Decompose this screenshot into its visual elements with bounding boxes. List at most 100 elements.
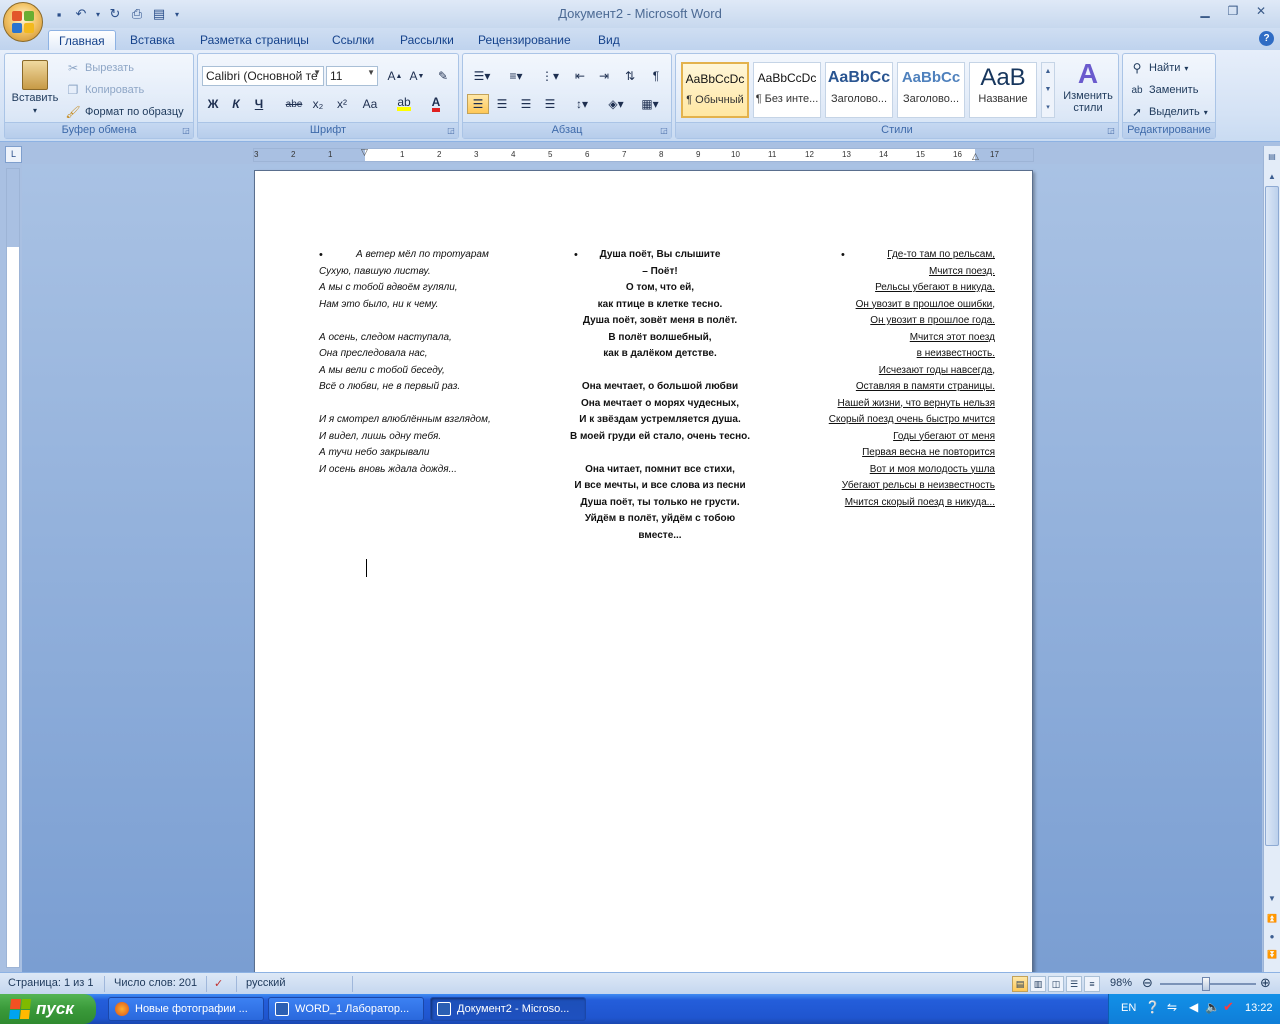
cut-button[interactable]: ✂ Вырезать xyxy=(65,60,134,76)
tab-review[interactable]: Рецензирование xyxy=(468,30,581,50)
style-heading-1[interactable]: AaBbCc Заголово... xyxy=(825,62,893,118)
style-title[interactable]: AaB Название xyxy=(969,62,1037,118)
poem-column-1[interactable]: • А ветер мёл по тротуарам Сухую, павшую… xyxy=(319,247,519,478)
tab-page-layout[interactable]: Разметка страницы xyxy=(190,30,319,50)
tab-home[interactable]: Главная xyxy=(48,30,116,50)
grow-font-icon[interactable]: A ▲ xyxy=(384,66,406,86)
zoom-level[interactable]: 98% xyxy=(1110,977,1132,989)
tab-references[interactable]: Ссылки xyxy=(322,30,384,50)
document-page[interactable]: • А ветер мёл по тротуарам Сухую, павшую… xyxy=(254,170,1033,972)
justify-icon[interactable]: ☰ xyxy=(539,94,561,114)
word-count[interactable]: Число слов: 201 xyxy=(114,977,197,989)
select-button[interactable]: ➚ Выделить ▾ xyxy=(1129,104,1208,120)
page-count[interactable]: Страница: 1 из 1 xyxy=(8,977,94,989)
draft-icon[interactable]: ≡ xyxy=(1084,976,1100,992)
tab-mailings[interactable]: Рассылки xyxy=(390,30,464,50)
indent-marker-icon[interactable]: ▽ xyxy=(361,147,368,158)
multilevel-list-icon[interactable]: ⋮▾ xyxy=(535,66,565,86)
close-icon[interactable]: ✕ xyxy=(1248,2,1274,20)
change-styles-button[interactable]: A Изменить стили xyxy=(1060,58,1116,114)
align-left-icon[interactable]: ☰ xyxy=(467,94,489,114)
subscript-button[interactable]: x₂ xyxy=(307,94,329,114)
zoom-out-icon[interactable]: ⊖ xyxy=(1142,975,1153,991)
office-button[interactable] xyxy=(3,2,43,42)
full-screen-reading-icon[interactable]: ▥ xyxy=(1030,976,1046,992)
decrease-indent-icon[interactable]: ⇤ xyxy=(569,66,591,86)
tab-selector-icon[interactable]: L xyxy=(5,146,22,163)
spellcheck-icon[interactable]: ✓ xyxy=(214,977,223,990)
taskbar-item-firefox[interactable]: Новые фотографии ... xyxy=(108,997,264,1021)
ruler-toggle-icon[interactable]: ▤ xyxy=(1265,150,1279,164)
outline-icon[interactable]: ☰ xyxy=(1066,976,1082,992)
font-color-icon[interactable]: A xyxy=(422,94,450,114)
speaker-icon[interactable]: 🔈 xyxy=(1205,1000,1220,1014)
browse-object-icon[interactable]: ● xyxy=(1265,930,1279,944)
web-layout-icon[interactable]: ◫ xyxy=(1048,976,1064,992)
replace-button[interactable]: ab Заменить xyxy=(1129,82,1198,98)
zoom-in-icon[interactable]: ⊕ xyxy=(1260,975,1271,991)
vertical-ruler[interactable] xyxy=(6,168,20,968)
tab-view[interactable]: Вид xyxy=(588,30,630,50)
vertical-scrollbar[interactable]: ▤ ▲ ▼ ⏫ ● ⏬ xyxy=(1263,146,1280,972)
shading-icon[interactable]: ◈▾ xyxy=(601,94,631,114)
style-no-spacing[interactable]: AaBbCcDc ¶ Без инте... xyxy=(753,62,821,118)
paste-button[interactable]: Вставить ▾ xyxy=(9,60,61,115)
previous-page-icon[interactable]: ⏫ xyxy=(1265,912,1279,926)
change-case-button[interactable]: Aa xyxy=(356,94,384,114)
styles-scroll[interactable]: ▲ ▼ ▾ xyxy=(1041,62,1055,118)
bullets-icon[interactable]: ☰▾ xyxy=(467,66,497,86)
font-size-combo[interactable]: 11 ▼ xyxy=(326,66,378,86)
bold-button[interactable]: Ж xyxy=(202,94,224,114)
zoom-slider-knob[interactable] xyxy=(1202,977,1210,991)
dialog-launcher-icon[interactable]: ◲ xyxy=(1106,126,1116,136)
start-button[interactable]: пуск xyxy=(0,994,96,1024)
network-icon[interactable]: ⇋ xyxy=(1167,1000,1177,1014)
scroll-down-icon[interactable]: ▼ xyxy=(1265,892,1279,906)
align-center-icon[interactable]: ☰ xyxy=(491,94,513,114)
sort-icon[interactable]: ⇅ xyxy=(619,66,641,86)
superscript-button[interactable]: x² xyxy=(331,94,353,114)
clear-format-icon[interactable]: ✎ xyxy=(432,66,454,86)
dialog-launcher-icon[interactable]: ◲ xyxy=(181,126,191,136)
align-right-icon[interactable]: ☰ xyxy=(515,94,537,114)
dialog-launcher-icon[interactable]: ◲ xyxy=(446,126,456,136)
pilcrow-icon[interactable]: ¶ xyxy=(645,66,667,86)
strikethrough-button[interactable]: abe xyxy=(283,94,305,114)
scroll-thumb[interactable] xyxy=(1265,186,1279,846)
format-painter-button[interactable]: 🖌 Формат по образцу xyxy=(65,104,183,120)
style-heading-2[interactable]: AaBbCc Заголово... xyxy=(897,62,965,118)
tray-arrow-icon[interactable]: ◀ xyxy=(1189,1000,1198,1014)
numbering-icon[interactable]: ≡▾ xyxy=(501,66,531,86)
poem-column-3[interactable]: • Где-то там по рельсам, Мчится поезд. Р… xyxy=(811,247,995,511)
help-icon[interactable]: ? xyxy=(1259,31,1274,46)
clipboard-label: Буфер обмена xyxy=(5,122,193,138)
italic-button[interactable]: К xyxy=(225,94,247,114)
language-indicator[interactable]: русский xyxy=(246,977,285,989)
taskbar-item-word-lab[interactable]: WORD_1 Лаборатор... xyxy=(268,997,424,1021)
language-bar[interactable]: EN xyxy=(1121,1002,1136,1014)
find-button[interactable]: ⚲ Найти ▾ xyxy=(1129,60,1189,76)
shrink-font-icon[interactable]: A ▼ xyxy=(406,66,428,86)
minimize-icon[interactable]: ▁ xyxy=(1192,2,1218,20)
dialog-launcher-icon[interactable]: ◲ xyxy=(659,126,669,136)
next-page-icon[interactable]: ⏬ xyxy=(1265,948,1279,962)
tab-insert[interactable]: Вставка xyxy=(120,30,185,50)
underline-button[interactable]: Ч xyxy=(248,94,270,114)
font-name-combo[interactable]: Calibri (Основной те ▼ xyxy=(202,66,324,86)
antivirus-icon[interactable]: ✔ xyxy=(1223,999,1234,1015)
style-normal[interactable]: AaBbCcDc ¶ Обычный xyxy=(681,62,749,118)
clock[interactable]: 13:22 xyxy=(1245,1002,1273,1014)
poem-column-2[interactable]: • Душа поёт, Вы слышите – Поёт! О том, ч… xyxy=(560,247,760,544)
maximize-icon[interactable]: ❐ xyxy=(1220,2,1246,20)
borders-icon[interactable]: ▦▾ xyxy=(635,94,665,114)
print-layout-icon[interactable]: ▤ xyxy=(1012,976,1028,992)
help-tray-icon[interactable]: ❔ xyxy=(1145,1000,1160,1014)
horizontal-ruler[interactable]: 3 2 1 1 2 3 4 5 6 7 8 9 10 11 12 13 14 1… xyxy=(253,147,1034,162)
scroll-up-icon[interactable]: ▲ xyxy=(1265,170,1279,184)
right-indent-marker-icon[interactable]: △ xyxy=(972,151,979,162)
line-spacing-icon[interactable]: ↕▾ xyxy=(567,94,597,114)
highlight-icon[interactable]: ab xyxy=(390,94,418,114)
increase-indent-icon[interactable]: ⇥ xyxy=(593,66,615,86)
copy-button[interactable]: ❐ Копировать xyxy=(65,82,145,98)
taskbar-item-document2[interactable]: Документ2 - Microso... xyxy=(430,997,586,1021)
